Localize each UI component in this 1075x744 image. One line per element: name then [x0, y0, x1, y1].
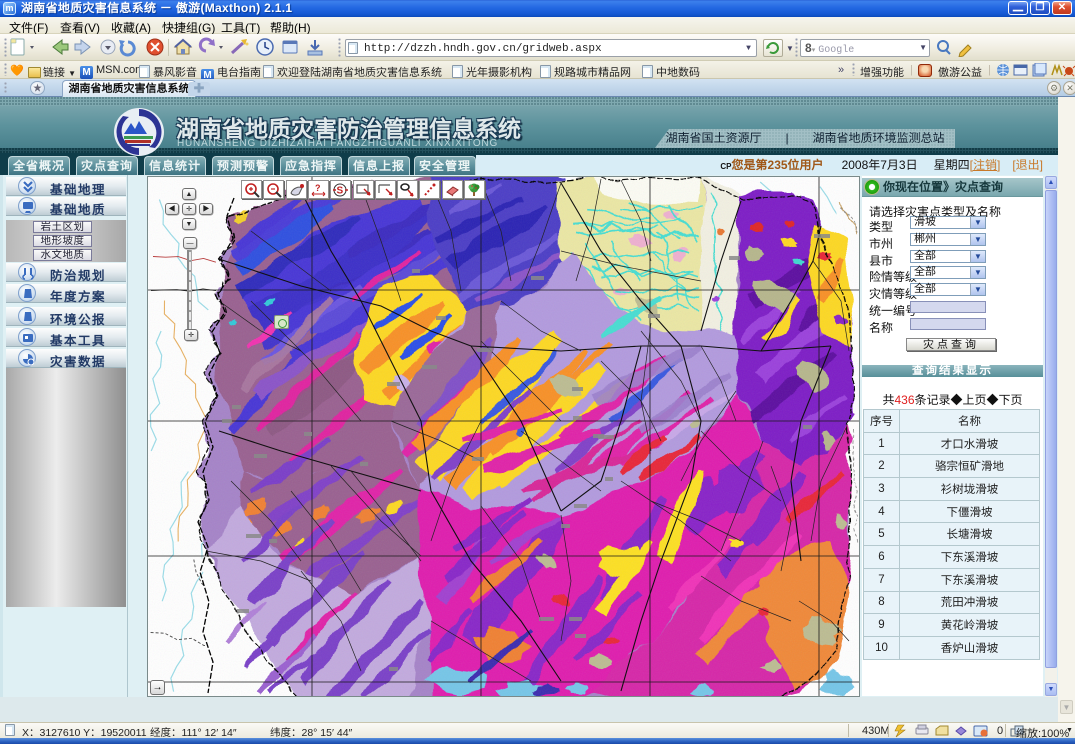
svg-text:?: ? [315, 183, 321, 193]
svg-text:S: S [337, 186, 344, 197]
